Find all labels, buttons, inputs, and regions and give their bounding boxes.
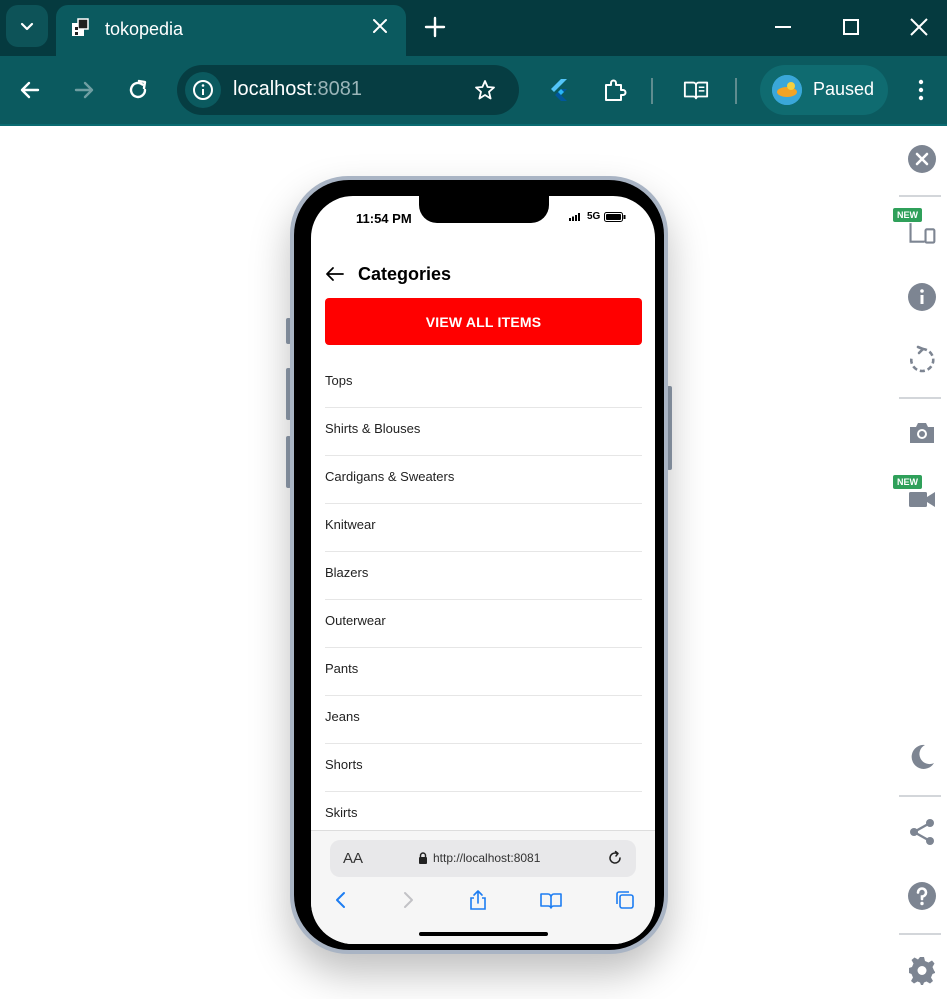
page-title: Categories [358,263,452,284]
category-list: Tops Shirts & Blouses Cardigans & Sweate… [325,360,642,840]
reload-icon[interactable] [125,77,151,103]
list-item[interactable]: Cardigans & Sweaters [325,456,642,504]
battery-icon [604,211,626,222]
signal-icon [569,212,580,221]
dark-mode-moon-icon[interactable] [907,742,937,772]
responsive-devices-icon[interactable] [907,217,937,247]
close-circle-icon[interactable] [907,144,937,174]
help-icon[interactable] [907,881,937,911]
list-item[interactable]: Jeans [325,696,642,744]
address-bar[interactable]: localhost:8081 [177,65,519,115]
tab-search-button[interactable] [6,5,48,47]
tab-title: tokopedia [105,19,184,39]
list-item[interactable]: Shorts [325,744,642,792]
safari-forward-icon[interactable] [397,889,419,911]
panel-separator [899,933,941,935]
app-header: Categories [324,259,451,289]
info-icon [193,80,213,100]
camera-icon[interactable] [907,418,937,448]
profile-status: Paused [813,79,875,99]
phone-notch [419,196,549,223]
list-item[interactable]: Tops [325,360,642,408]
info-circle-icon[interactable] [907,282,937,312]
tabs-icon[interactable] [614,889,636,911]
settings-gear-icon[interactable] [907,955,937,985]
text-size-button[interactable]: AA [343,850,363,867]
rotate-icon[interactable] [907,345,937,375]
new-tab-icon[interactable] [421,13,449,41]
network-type: 5G [587,211,601,222]
safari-bottom-bar: AA http://localhost:8081 [311,830,655,944]
chevron-down-icon [20,22,34,31]
list-item[interactable]: Blazers [325,552,642,600]
reading-mode-icon[interactable] [683,77,709,103]
list-item[interactable]: Knitwear [325,504,642,552]
bookmarks-icon[interactable] [540,889,562,911]
favicon-icon [72,18,89,36]
safari-address-bar[interactable]: AA http://localhost:8081 [330,840,636,877]
list-item[interactable]: Pants [325,648,642,696]
url-text: localhost:8081 [233,78,362,100]
back-icon[interactable] [17,77,43,103]
panel-separator [899,795,941,797]
panel-separator [899,195,941,197]
panel-separator [899,397,941,399]
maximize-icon[interactable] [840,16,862,38]
close-window-icon[interactable] [908,16,930,38]
status-indicators: 5G [569,211,626,222]
browser-toolbar: localhost:8081 Paused [0,56,947,126]
avatar [772,75,802,105]
toolbar-separator [735,78,737,104]
minimize-icon[interactable] [772,16,794,38]
phone-bezel: 11:54 PM 5G Categories VIEW ALL ITEMS To… [294,180,664,950]
lock-icon [419,852,427,864]
browser-window: tokopedia localhost:8081 Paused NEW NEW … [0,0,947,999]
status-time: 11:54 PM [356,211,412,226]
device-side-panel: NEW NEW [893,127,947,999]
extensions-puzzle-icon[interactable] [601,77,627,103]
home-indicator[interactable] [419,932,548,936]
flutter-devtools-icon[interactable] [547,77,573,103]
phone-frame: 11:54 PM 5G Categories VIEW ALL ITEMS To… [290,176,668,954]
profile-avatar-icon [772,75,802,105]
view-all-items-button[interactable]: VIEW ALL ITEMS [325,298,642,345]
share-icon[interactable] [467,889,489,911]
kebab-menu-icon[interactable] [908,77,934,103]
tab-tokopedia[interactable]: tokopedia [56,5,406,56]
back-arrow-icon[interactable] [324,263,346,285]
bookmark-star-icon[interactable] [473,78,497,102]
forward-icon[interactable] [71,77,97,103]
site-info-button[interactable] [185,72,221,108]
share-icon[interactable] [907,817,937,847]
safari-back-icon[interactable] [330,889,352,911]
reload-icon[interactable] [606,849,624,867]
close-tab-icon[interactable] [370,16,390,36]
toolbar-separator [651,78,653,104]
profile-button[interactable]: Paused [760,65,888,115]
tab-strip: tokopedia [0,0,947,56]
list-item[interactable]: Shirts & Blouses [325,408,642,456]
phone-screen: 11:54 PM 5G Categories VIEW ALL ITEMS To… [311,196,655,944]
safari-url-text: http://localhost:8081 [433,851,541,865]
video-camera-icon[interactable] [907,484,937,514]
list-item[interactable]: Outerwear [325,600,642,648]
